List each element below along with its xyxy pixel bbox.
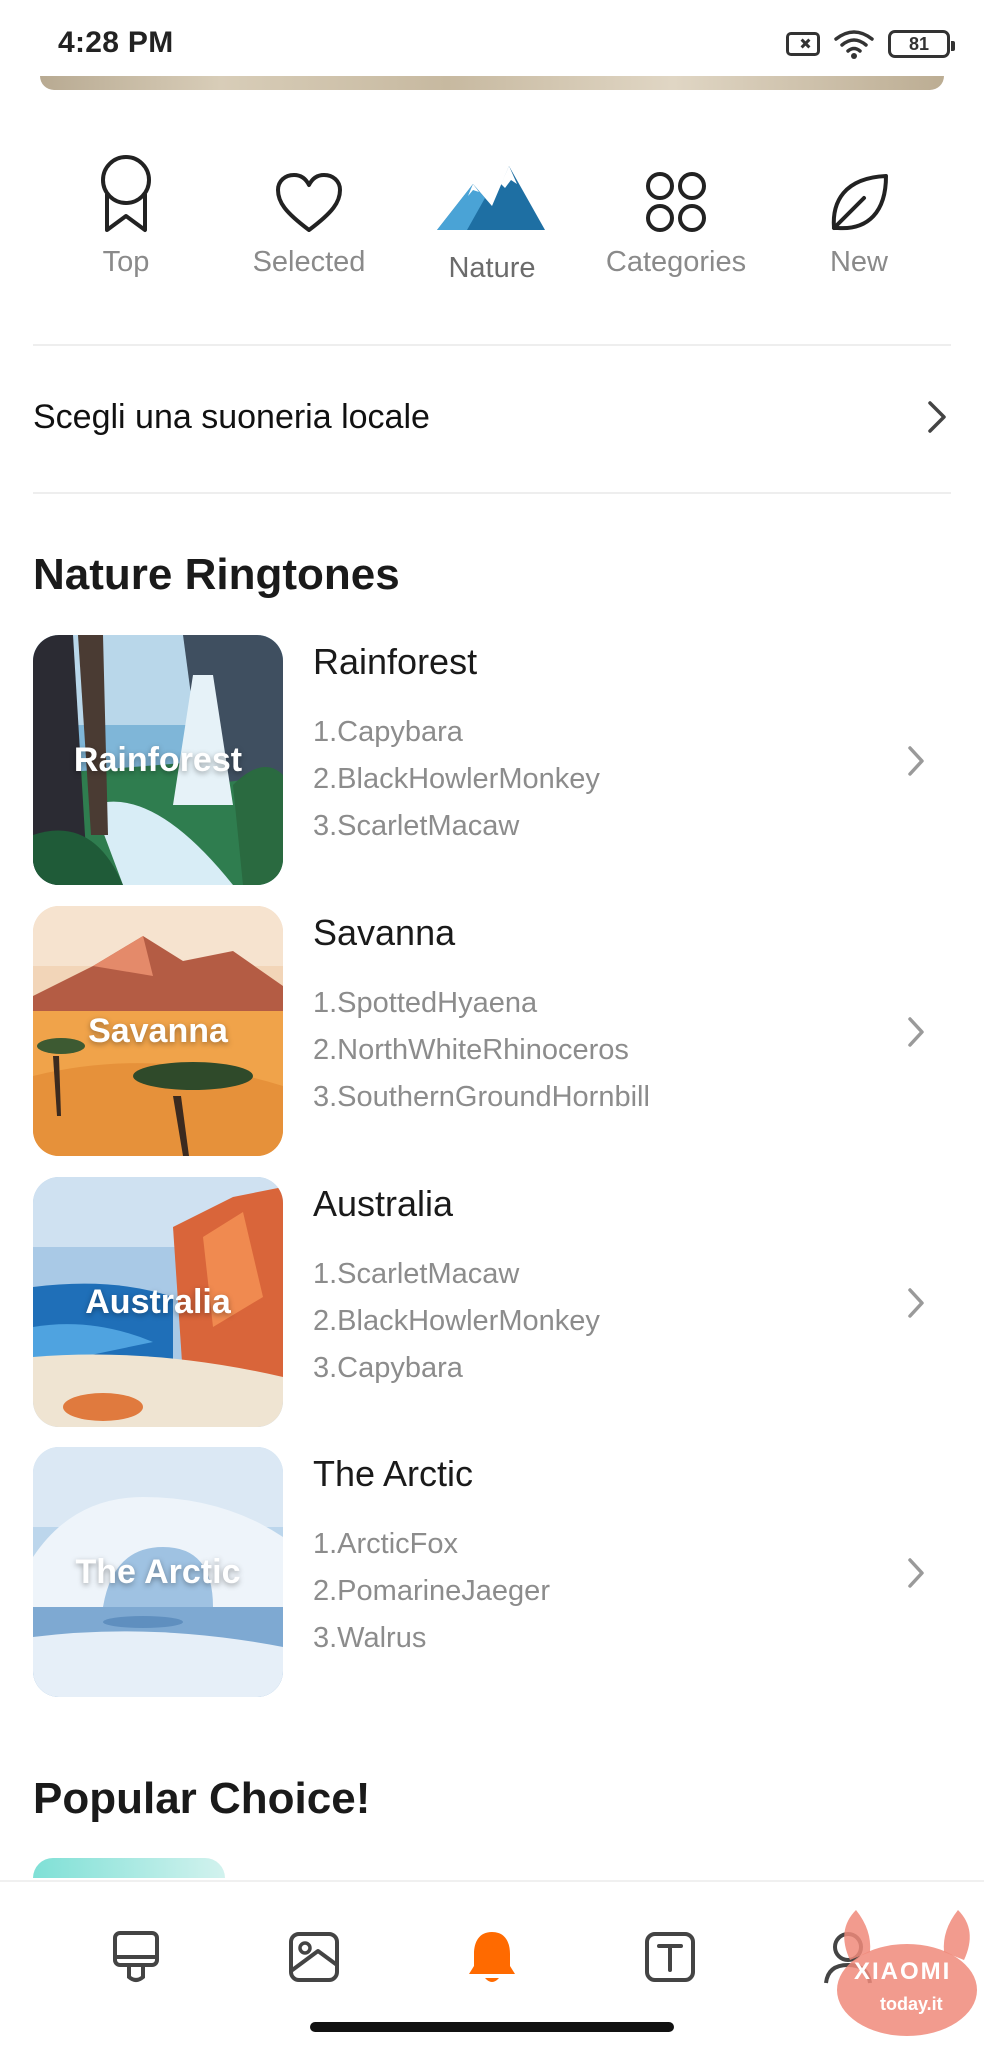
thumbnail-label: Rainforest xyxy=(73,741,243,779)
bell-icon xyxy=(469,1932,515,1982)
watermark-brand: XIAOMI xyxy=(854,1958,952,1985)
banner-carousel-edge[interactable] xyxy=(40,76,944,90)
category-label: New xyxy=(829,246,888,278)
track-item: 3.SouthernGroundHornbill xyxy=(313,1081,650,1113)
track-list: 1.Capybara 2.BlackHowlerMonkey 3.Scarlet… xyxy=(313,709,600,850)
category-categories[interactable]: Categories xyxy=(596,150,756,279)
collection-thumbnail: Australia xyxy=(33,1177,283,1427)
track-item: 2.BlackHowlerMonkey xyxy=(313,763,600,795)
mountain-icon xyxy=(437,166,545,230)
section-title-nature: Nature Ringtones xyxy=(33,550,400,599)
category-new[interactable]: New xyxy=(779,150,939,279)
wifi-icon xyxy=(834,30,874,59)
collection-title: Australia xyxy=(313,1183,454,1224)
collection-thumbnail: Savanna xyxy=(33,906,283,1156)
ringtone-collection-arctic[interactable]: The Arctic The Arctic 1.ArcticFox 2.Poma… xyxy=(0,1447,984,1699)
watermark-logo: XIAOMI today.it xyxy=(830,1900,984,2040)
track-item: 3.Walrus xyxy=(313,1622,427,1654)
thumbnail-label: Australia xyxy=(85,1283,231,1321)
category-selected[interactable]: Selected xyxy=(229,150,389,279)
ribbon-icon xyxy=(101,155,151,232)
nav-ringtones[interactable] xyxy=(452,1922,532,1992)
popular-item-thumbnail[interactable] xyxy=(33,1858,225,1878)
track-list: 1.SpottedHyaena 2.NorthWhiteRhinoceros 3… xyxy=(313,980,650,1121)
section-title-popular: Popular Choice! xyxy=(33,1774,371,1823)
track-item: 1.ScarletMacaw xyxy=(313,1258,520,1290)
thumbnail-label: Savanna xyxy=(88,1012,228,1050)
choose-local-ringtone-row[interactable]: Scegli una suoneria locale xyxy=(0,346,984,494)
divider xyxy=(33,492,951,494)
thumbnail-label: The Arctic xyxy=(75,1553,241,1591)
battery-indicator: 81 xyxy=(888,30,955,58)
watermark-site: today.it xyxy=(880,1994,943,2014)
nav-wallpapers[interactable] xyxy=(274,1922,354,1992)
status-time: 4:28 PM xyxy=(58,26,174,59)
chevron-right-icon xyxy=(908,1288,924,1318)
category-label: Nature xyxy=(448,252,536,284)
track-item: 3.ScarletMacaw xyxy=(313,810,520,842)
fonts-icon xyxy=(645,1932,695,1982)
grid-icon xyxy=(646,172,706,232)
category-nature[interactable]: Nature xyxy=(412,150,572,285)
status-icons: 81 xyxy=(786,28,955,60)
chevron-right-icon xyxy=(908,1558,924,1588)
track-item: 1.Capybara xyxy=(313,716,463,748)
chevron-right-icon xyxy=(928,401,946,433)
chevron-right-icon xyxy=(908,746,924,776)
chevron-right-icon xyxy=(908,1017,924,1047)
track-item: 2.PomarineJaeger xyxy=(313,1575,550,1607)
status-bar: 4:28 PM 81 xyxy=(0,0,984,84)
category-label: Selected xyxy=(252,246,366,278)
local-ringtone-label: Scegli una suoneria locale xyxy=(33,398,430,436)
track-item: 2.NorthWhiteRhinoceros xyxy=(313,1034,629,1066)
nav-themes[interactable] xyxy=(96,1922,176,1992)
nav-fonts[interactable] xyxy=(630,1922,710,1992)
collection-title: The Arctic xyxy=(313,1453,474,1494)
track-item: 1.SpottedHyaena xyxy=(313,987,538,1019)
heart-icon xyxy=(276,173,342,232)
collection-thumbnail: The Arctic xyxy=(33,1447,283,1697)
track-list: 1.ArcticFox 2.PomarineJaeger 3.Walrus xyxy=(313,1521,550,1662)
ringtone-collection-savanna[interactable]: Savanna Savanna 1.SpottedHyaena 2.NorthW… xyxy=(0,906,984,1158)
themes-icon xyxy=(113,1931,159,1982)
ringtone-collection-rainforest[interactable]: Rainforest Rainforest 1.Capybara 2.Black… xyxy=(0,635,984,887)
collection-title: Rainforest xyxy=(313,641,478,682)
track-list: 1.ScarletMacaw 2.BlackHowlerMonkey 3.Cap… xyxy=(313,1251,600,1392)
category-nav: Top Selected Nature Categories New xyxy=(0,150,984,290)
home-indicator[interactable] xyxy=(310,2022,674,2032)
leaf-icon xyxy=(831,174,888,231)
track-item: 3.Capybara xyxy=(313,1352,463,1384)
category-label: Top xyxy=(102,246,150,278)
ringtone-collection-australia[interactable]: Australia Australia 1.ScarletMacaw 2.Bla… xyxy=(0,1177,984,1429)
wallpaper-icon xyxy=(289,1932,339,1982)
collection-title: Savanna xyxy=(313,912,456,953)
category-label: Categories xyxy=(605,246,747,278)
track-item: 2.BlackHowlerMonkey xyxy=(313,1305,600,1337)
category-top[interactable]: Top xyxy=(46,150,206,279)
track-item: 1.ArcticFox xyxy=(313,1528,459,1560)
collection-thumbnail: Rainforest xyxy=(33,635,283,885)
no-sim-icon xyxy=(786,32,820,56)
